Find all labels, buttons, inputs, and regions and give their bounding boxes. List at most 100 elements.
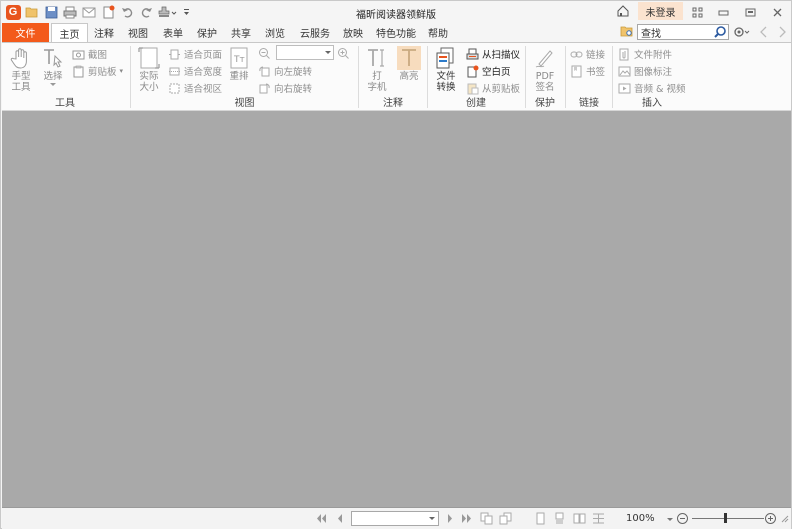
scanner-icon — [466, 48, 479, 59]
file-convert-button[interactable]: 文件 转换 — [431, 46, 461, 93]
select-tool-button[interactable]: 选择 — [38, 46, 68, 86]
typewriter-icon — [368, 49, 384, 67]
group-label-protect: 保护 — [535, 98, 555, 109]
reflow-label: 重排 — [229, 71, 249, 82]
actual-size-button[interactable]: 实际 大小 — [134, 46, 164, 93]
attachment-icon — [619, 48, 629, 60]
tab-protect[interactable]: 保护 — [193, 23, 221, 42]
ribbon-home: 手型 工具 选择 截图 剪贴板 ▾ 工具 实际 大小 适合页面 适合宽度 适合视… — [2, 42, 791, 111]
zoom-in-icon[interactable] — [337, 45, 350, 61]
search-icon[interactable] — [713, 25, 727, 39]
search-input[interactable] — [638, 25, 710, 39]
next-view-icon[interactable] — [499, 512, 512, 525]
tab-comment[interactable]: 注释 — [90, 23, 118, 42]
tab-form[interactable]: 表单 — [159, 23, 187, 42]
screenshot-button[interactable]: 截图 — [72, 46, 107, 62]
reflow-button[interactable]: Tт 重排 — [225, 46, 253, 82]
clipboard-button[interactable]: 剪贴板 ▾ — [72, 63, 123, 79]
group-view: 实际 大小 适合页面 适合宽度 适合视区 Tт 重排 向左旋转 向右旋转 视图 — [132, 43, 357, 111]
rotate-left-button[interactable]: 向左旋转 — [258, 63, 312, 79]
restore-icon[interactable] — [742, 4, 758, 20]
zoom-select[interactable] — [276, 45, 334, 60]
pen-sign-icon — [535, 50, 553, 68]
last-page-icon[interactable] — [460, 512, 473, 525]
group-protect: PDF 签名 保护 — [527, 43, 563, 111]
zoom-slider-thumb[interactable] — [724, 513, 728, 523]
close-icon[interactable] — [769, 4, 785, 20]
continuous-page-icon[interactable] — [553, 512, 566, 525]
folder-search-icon[interactable] — [620, 25, 634, 39]
media-icon — [618, 83, 631, 93]
pdf-sign-button[interactable]: PDF 签名 — [530, 46, 560, 93]
group-label-view: 视图 — [234, 98, 255, 109]
group-label-tools: 工具 — [55, 98, 75, 109]
pdf-sign-label: PDF 签名 — [535, 71, 555, 93]
image-annotation-button[interactable]: 图像标注 — [618, 63, 672, 79]
settings-gear-icon[interactable] — [732, 24, 752, 40]
next-page-icon[interactable] — [443, 512, 456, 525]
previous-page-icon[interactable] — [334, 512, 347, 525]
document-area[interactable] — [2, 111, 791, 508]
resize-grip-icon[interactable] — [779, 512, 789, 525]
link-button[interactable]: 链接 — [570, 46, 605, 62]
zoom-dropdown-icon[interactable] — [666, 512, 674, 525]
typewriter-label: 打 字机 — [367, 71, 387, 93]
blank-page-button[interactable]: 空白页 — [466, 63, 511, 79]
blank-page-label: 空白页 — [482, 67, 511, 78]
tab-browse[interactable]: 浏览 — [261, 23, 289, 42]
fit-width-button[interactable]: 适合宽度 — [168, 63, 222, 79]
foxit-reader-window: G 福昕阅读器领鲜版 未登录 文件 主页 注释 视图 表单 保护 共享 浏览 云… — [0, 0, 792, 529]
rotate-right-label: 向右旋转 — [274, 84, 313, 95]
tab-file[interactable]: 文件 — [2, 23, 49, 42]
page-number-input[interactable] — [352, 512, 428, 525]
zoom-slider-track[interactable] — [692, 518, 764, 519]
group-label-insert: 插入 — [642, 98, 662, 109]
zoom-out-circle-icon[interactable] — [676, 512, 689, 525]
audio-video-label: 音频 & 视频 — [634, 84, 686, 95]
home-icon[interactable] — [616, 4, 630, 18]
login-button[interactable]: 未登录 — [638, 2, 683, 20]
tab-share[interactable]: 共享 — [227, 23, 255, 42]
title-bar: G 福昕阅读器领鲜版 未登录 — [1, 1, 791, 23]
fit-page-icon — [169, 49, 180, 59]
svg-text:Tт: Tт — [233, 55, 245, 65]
actual-size-icon — [138, 47, 160, 69]
page-number-box[interactable] — [351, 511, 439, 526]
hand-tool-button[interactable]: 手型 工具 — [6, 46, 36, 93]
bookmark-icon — [571, 65, 582, 77]
search-box[interactable] — [637, 24, 729, 40]
fit-visible-label: 适合视区 — [184, 84, 223, 95]
highlight-button[interactable]: 高亮 — [394, 46, 424, 82]
zoom-in-circle-icon[interactable] — [764, 512, 777, 525]
ribbon-separator — [565, 46, 566, 108]
from-scanner-button[interactable]: 从扫描仪 — [466, 46, 520, 62]
apps-grid-icon[interactable] — [689, 4, 705, 20]
file-attachment-button[interactable]: 文件附件 — [618, 46, 672, 62]
single-page-icon[interactable] — [534, 512, 547, 525]
ribbon-separator — [358, 46, 359, 108]
first-page-icon[interactable] — [315, 512, 328, 525]
tab-slideshow[interactable]: 放映 — [339, 23, 367, 42]
actual-size-label: 实际 大小 — [139, 71, 159, 93]
previous-view-icon[interactable] — [480, 512, 493, 525]
tab-help[interactable]: 帮助 — [424, 23, 452, 42]
typewriter-button[interactable]: 打 字机 — [362, 46, 392, 93]
nav-back-icon[interactable] — [756, 24, 772, 40]
zoom-percentage[interactable]: 100% — [626, 513, 655, 524]
nav-forward-icon[interactable] — [774, 24, 790, 40]
clipboard-label: 剪贴板 — [88, 67, 117, 78]
rotate-left-label: 向左旋转 — [274, 67, 313, 78]
bookmark-button[interactable]: 书签 — [570, 63, 605, 79]
tab-features[interactable]: 特色功能 — [374, 23, 418, 42]
facing-page-icon[interactable] — [573, 512, 586, 525]
rotate-right-icon — [259, 83, 270, 93]
tab-home[interactable]: 主页 — [51, 23, 88, 43]
fit-page-button[interactable]: 适合页面 — [168, 46, 222, 62]
zoom-out-icon[interactable] — [258, 45, 271, 61]
fit-width-label: 适合宽度 — [184, 67, 223, 78]
tab-cloud-service[interactable]: 云服务 — [297, 23, 333, 42]
group-create: 文件 转换 从扫描仪 空白页 从剪贴板 创建 — [429, 43, 523, 111]
tab-view[interactable]: 视图 — [124, 23, 152, 42]
minimize-icon[interactable] — [715, 4, 731, 20]
split-view-icon[interactable] — [592, 512, 605, 525]
